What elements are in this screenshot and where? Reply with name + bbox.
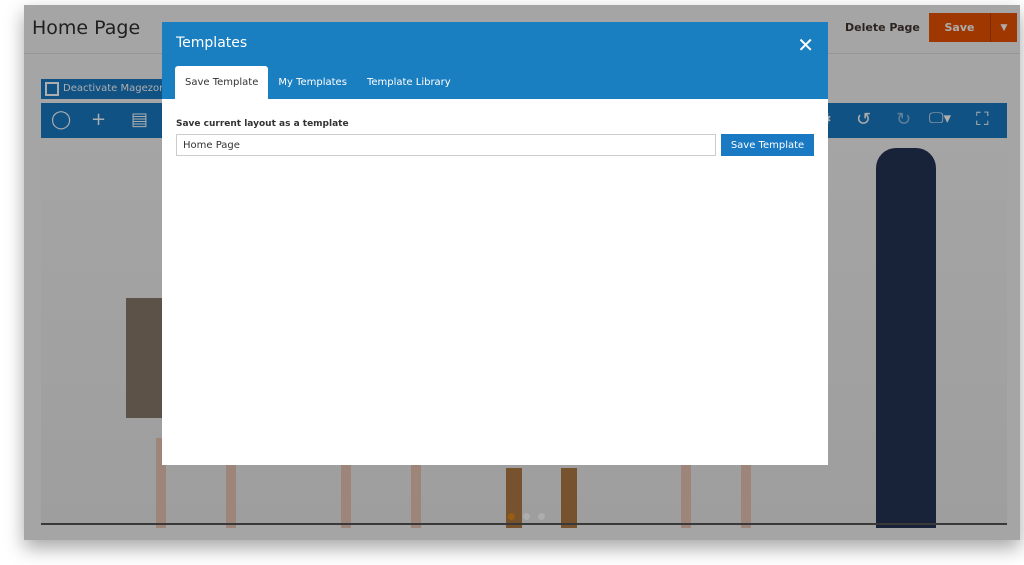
close-icon[interactable]: ✕ <box>797 33 814 57</box>
templates-modal: Templates ✕ Save Template My Templates T… <box>162 22 828 465</box>
template-name-input[interactable] <box>176 134 716 156</box>
modal-tabs: Save Template My Templates Template Libr… <box>175 66 461 99</box>
modal-title: Templates <box>176 35 248 51</box>
modal-header: Templates ✕ Save Template My Templates T… <box>162 22 828 99</box>
template-name-label: Save current layout as a template <box>176 119 349 129</box>
tab-save-template[interactable]: Save Template <box>175 66 269 99</box>
save-template-button[interactable]: Save Template <box>721 134 814 156</box>
tab-my-templates[interactable]: My Templates <box>268 66 357 99</box>
tab-template-library[interactable]: Template Library <box>357 66 461 99</box>
